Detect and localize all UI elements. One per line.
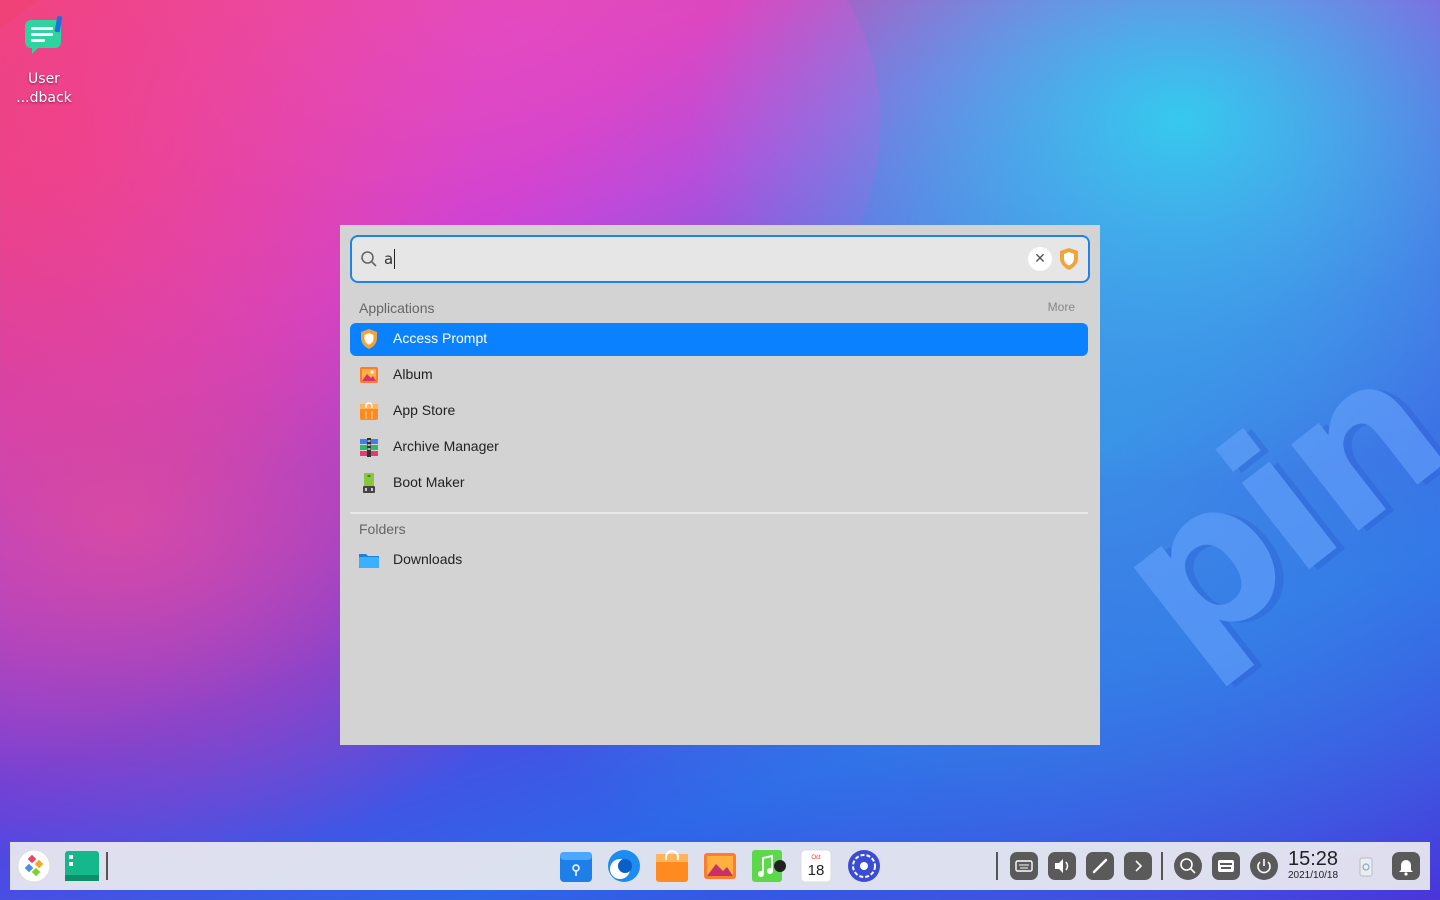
search-input[interactable]: a ✕ xyxy=(350,235,1090,283)
notification-icon[interactable] xyxy=(1392,852,1420,880)
power-icon[interactable] xyxy=(1250,852,1278,880)
dock: Oct 18 15:28 2021/10/18 xyxy=(10,842,1430,890)
app-store-icon[interactable] xyxy=(654,848,690,884)
trash-icon[interactable] xyxy=(1352,852,1380,880)
control-center-icon[interactable] xyxy=(846,848,882,884)
calendar-month: Oct xyxy=(811,855,821,861)
boot-maker-icon xyxy=(358,472,380,494)
feedback-icon xyxy=(22,15,66,60)
dock-separator xyxy=(1161,852,1163,880)
search-icon[interactable] xyxy=(1174,852,1202,880)
result-label: Archive Manager xyxy=(393,438,499,454)
section-divider xyxy=(350,512,1088,514)
onscreen-keyboard-icon[interactable] xyxy=(1212,852,1240,880)
calendar-day: 18 xyxy=(808,862,825,879)
album-icon xyxy=(358,364,380,386)
result-archive-manager[interactable]: Archive Manager xyxy=(350,431,1088,464)
clock[interactable]: 15:28 2021/10/18 xyxy=(1288,848,1338,882)
result-label: Downloads xyxy=(393,551,463,567)
result-downloads[interactable]: Downloads xyxy=(350,544,1088,577)
archive-icon xyxy=(358,436,380,458)
shield-icon xyxy=(358,328,380,350)
music-icon[interactable] xyxy=(750,848,786,884)
section-header-folders: Folders xyxy=(359,521,406,537)
launcher-icon[interactable] xyxy=(16,848,52,884)
folder-icon xyxy=(358,549,380,571)
result-album[interactable]: Album xyxy=(350,359,1088,392)
multitasking-icon[interactable] xyxy=(64,848,100,884)
search-query-text[interactable]: a xyxy=(384,249,396,269)
dock-separator xyxy=(106,852,108,880)
album-icon[interactable] xyxy=(702,848,738,884)
dock-separator xyxy=(996,852,998,880)
keyboard-icon[interactable] xyxy=(1010,852,1038,880)
clear-search-button[interactable]: ✕ xyxy=(1028,247,1052,271)
result-app-store[interactable]: App Store xyxy=(350,395,1088,428)
result-boot-maker[interactable]: Boot Maker xyxy=(350,467,1088,500)
clock-date: 2021/10/18 xyxy=(1288,870,1339,881)
result-label: Album xyxy=(393,366,433,382)
calendar-icon[interactable]: Oct 18 xyxy=(798,848,834,884)
search-icon xyxy=(361,251,377,267)
desktop-icon-user-feedback[interactable]: User ...dback xyxy=(10,15,78,108)
result-label: Access Prompt xyxy=(393,330,488,346)
desktop-icon-label: User ...dback xyxy=(16,71,72,106)
close-icon: ✕ xyxy=(1034,251,1046,267)
volume-icon[interactable] xyxy=(1048,852,1076,880)
section-header-applications: Applications xyxy=(359,300,435,316)
result-label: Boot Maker xyxy=(393,474,465,490)
search-launcher-panel: a ✕ Applications More Access Prompt Albu… xyxy=(340,225,1100,745)
clock-time: 15:28 xyxy=(1288,848,1339,870)
pen-icon[interactable] xyxy=(1086,852,1114,880)
wallpaper-watermark: pin xyxy=(1073,311,1440,702)
expand-arrow-icon[interactable] xyxy=(1124,852,1152,880)
result-access-prompt[interactable]: Access Prompt xyxy=(350,323,1088,356)
file-manager-icon[interactable] xyxy=(558,848,594,884)
browser-icon[interactable] xyxy=(606,848,642,884)
more-applications-link[interactable]: More xyxy=(1048,300,1075,314)
app-store-icon xyxy=(358,400,380,422)
result-label: App Store xyxy=(393,402,456,418)
shield-icon[interactable] xyxy=(1058,247,1080,271)
